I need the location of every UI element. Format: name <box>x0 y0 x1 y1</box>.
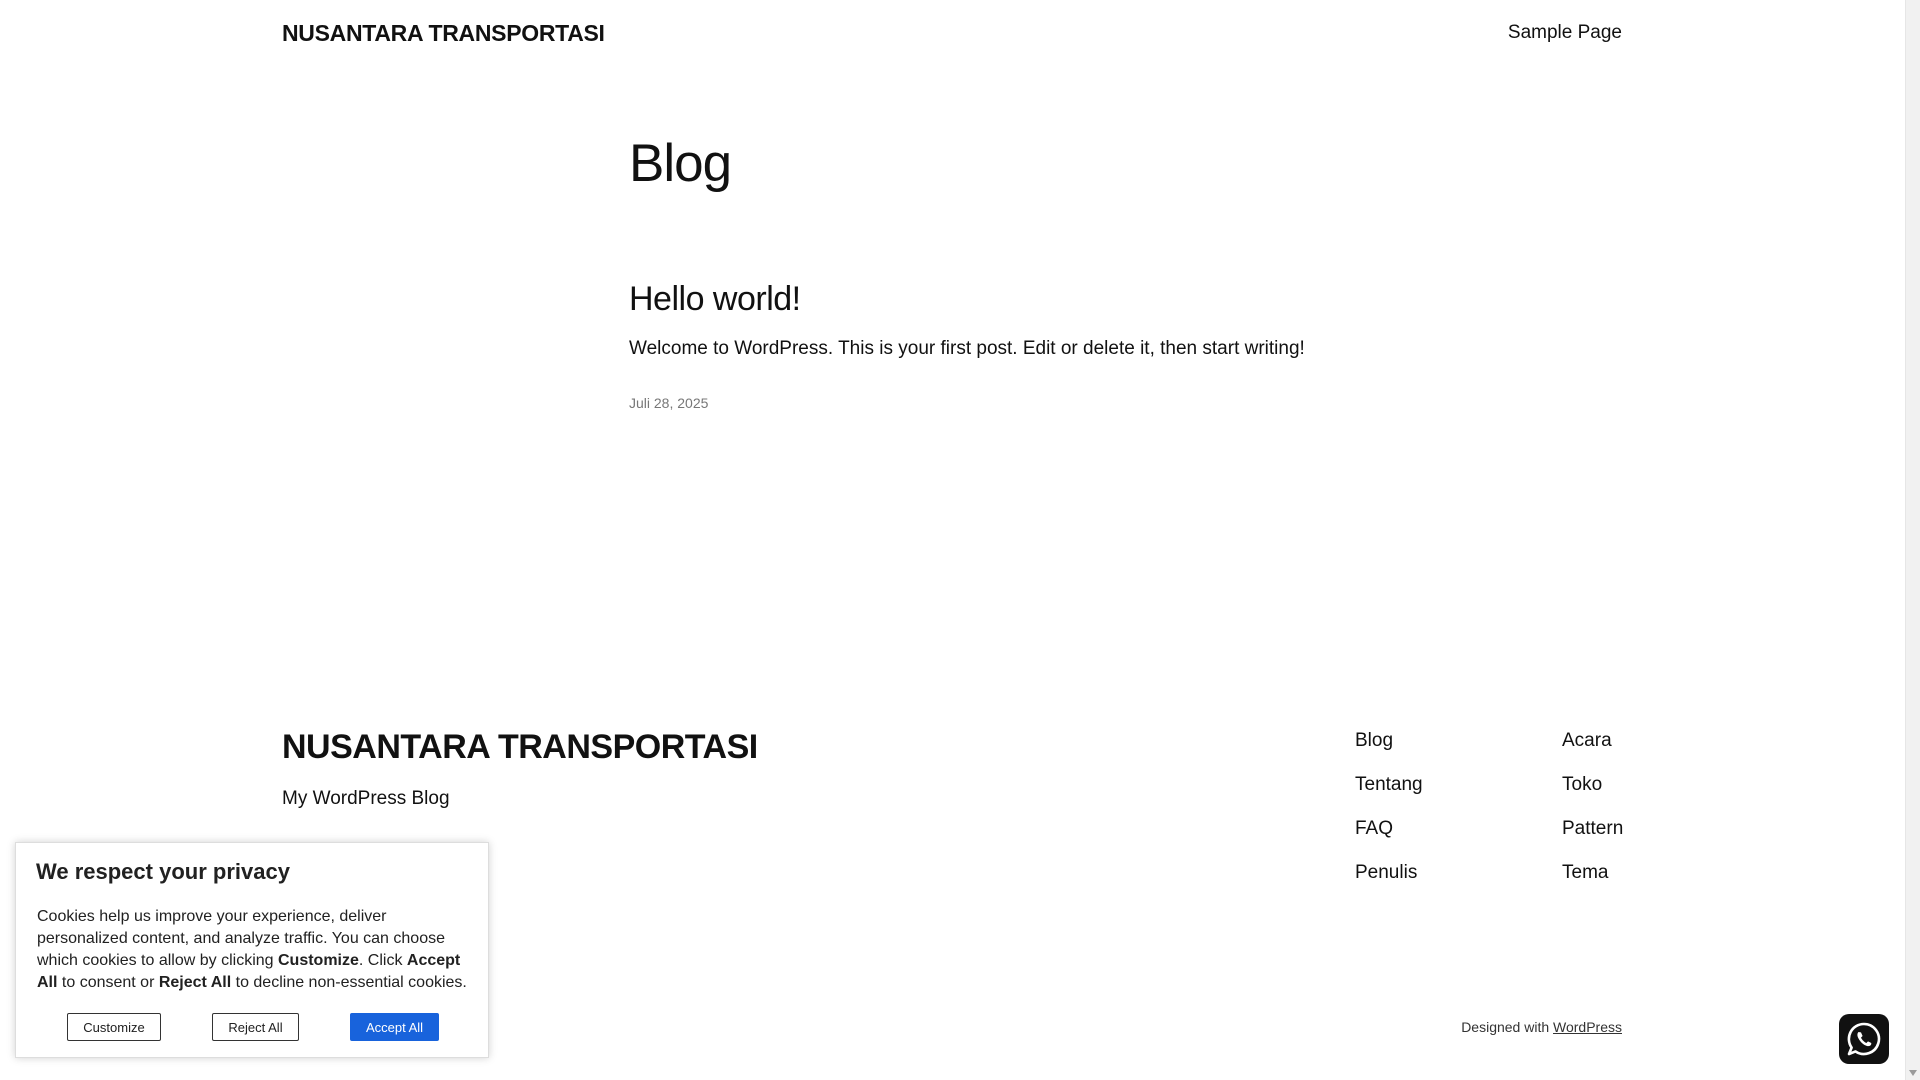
footer-links-column-1: Blog Tentang FAQ Penulis <box>1355 730 1423 906</box>
post-title-link[interactable]: Hello world! <box>629 280 801 319</box>
footer-site-title[interactable]: NUSANTARA TRANSPORTASI <box>282 728 758 767</box>
whatsapp-chat-button[interactable] <box>1839 1014 1889 1064</box>
wordpress-link[interactable]: WordPress <box>1553 1019 1622 1035</box>
cookie-consent-banner: We respect your privacy Cookies help us … <box>15 842 489 1058</box>
nav-sample-page[interactable]: Sample Page <box>1508 22 1622 44</box>
footer-link-penulis[interactable]: Penulis <box>1355 862 1417 883</box>
footer-tagline: My WordPress Blog <box>282 788 450 809</box>
post-excerpt: Welcome to WordPress. This is your first… <box>629 338 1305 359</box>
footer-credit: Designed with WordPress <box>1461 1019 1622 1035</box>
post-date[interactable]: Juli 28, 2025 <box>629 395 708 411</box>
credit-prefix: Designed with <box>1461 1019 1550 1035</box>
footer-link-blog[interactable]: Blog <box>1355 730 1393 751</box>
footer-link-toko[interactable]: Toko <box>1562 774 1602 795</box>
whatsapp-icon <box>1847 1022 1881 1056</box>
accept-all-button[interactable]: Accept All <box>350 1013 439 1041</box>
footer-link-acara[interactable]: Acara <box>1562 730 1612 751</box>
footer-link-pattern[interactable]: Pattern <box>1562 818 1623 839</box>
footer-link-tema[interactable]: Tema <box>1562 862 1608 883</box>
footer-link-faq[interactable]: FAQ <box>1355 818 1393 839</box>
cookie-banner-text: Cookies help us improve your experience,… <box>37 908 467 991</box>
reject-all-button[interactable]: Reject All <box>212 1013 299 1041</box>
site-title[interactable]: NUSANTARA TRANSPORTASI <box>282 20 605 47</box>
scroll-down-arrow-icon[interactable] <box>1909 1070 1917 1076</box>
cookie-banner-title: We respect your privacy <box>36 859 290 884</box>
page-scrollbar[interactable] <box>1905 0 1920 1080</box>
footer-link-tentang[interactable]: Tentang <box>1355 774 1423 795</box>
page-title: Blog <box>629 134 732 193</box>
footer-links-column-2: Acara Toko Pattern Tema <box>1562 730 1623 906</box>
customize-button[interactable]: Customize <box>67 1013 161 1041</box>
